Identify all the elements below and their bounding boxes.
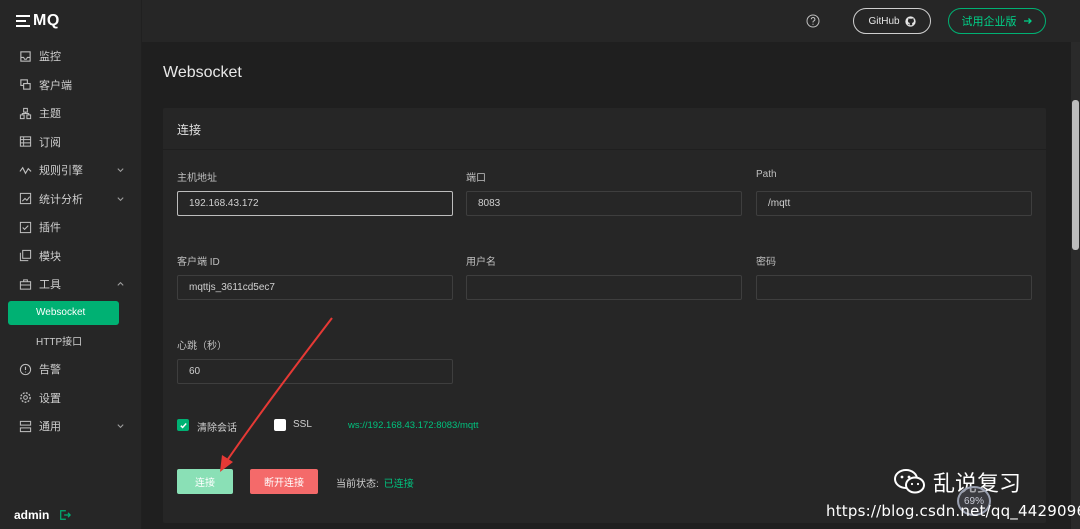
github-button-label: GitHub <box>868 15 900 27</box>
clean-session-checkbox[interactable] <box>177 419 189 431</box>
keepalive-label: 心跳（秒） <box>177 341 227 352</box>
client-id-label: 客户端 ID <box>177 257 220 268</box>
card-divider <box>163 149 1046 150</box>
try-enterprise-label: 试用企业版 <box>961 16 1017 28</box>
sidebar-item-label: 模块 <box>39 250 61 263</box>
connection-status: 当前状态: 已连接 <box>336 475 414 490</box>
websocket-url: ws://192.168.43.172:8083/mqtt <box>348 420 479 431</box>
sidebar-item-label: 设置 <box>39 392 61 405</box>
host-input[interactable]: 192.168.43.172 <box>177 191 453 216</box>
card-title: 连接 <box>177 123 202 137</box>
status-label: 当前状态: <box>336 479 379 490</box>
ssl-checkbox[interactable] <box>274 419 286 431</box>
try-enterprise-button[interactable]: 试用企业版 <box>948 8 1046 34</box>
sidebar-item-general[interactable]: 通用 <box>0 412 141 441</box>
chevron-down-icon <box>117 424 124 429</box>
tools-icon <box>19 278 32 291</box>
help-icon[interactable] <box>806 14 820 28</box>
sidebar-item-monitor[interactable]: 监控 <box>0 42 141 71</box>
sidebar-item-label: 规则引擎 <box>39 165 83 178</box>
watermark-brand: 乱说复习 <box>893 466 1021 498</box>
alarm-icon <box>19 363 32 376</box>
logo[interactable]: MQ <box>0 0 141 42</box>
sidebar-item-label: 通用 <box>39 421 61 434</box>
sidebar-item-label: 告警 <box>39 364 61 377</box>
sidebar-item-modules[interactable]: 模块 <box>0 242 141 271</box>
sidebar-item-topics[interactable]: 主题 <box>0 99 141 128</box>
sidebar-item-label: 插件 <box>39 222 61 235</box>
port-input[interactable]: 8083 <box>466 191 742 216</box>
host-label: 主机地址 <box>177 173 217 184</box>
sidebar-item-subscriptions[interactable]: 订阅 <box>0 128 141 157</box>
general-icon <box>19 420 32 433</box>
settings-icon <box>19 391 32 404</box>
github-icon <box>904 15 916 27</box>
username-label: 用户名 <box>466 257 496 268</box>
clean-session-label: 清除会话 <box>197 423 237 434</box>
user-name: admin <box>14 508 50 522</box>
logo-mark-icon <box>16 15 30 27</box>
keepalive-input[interactable]: 60 <box>177 359 453 384</box>
arrow-right-icon <box>1023 18 1032 24</box>
page-title: Websocket <box>163 64 242 81</box>
sidebar-item-settings[interactable]: 设置 <box>0 384 141 413</box>
path-input[interactable]: /mqtt <box>756 191 1032 216</box>
sidebar: MQ 监控 客户端 主题 订阅 规则引擎 统计分析 插件 模块 工具 Webso… <box>0 0 142 529</box>
sidebar-item-label: HTTP接口 <box>36 337 83 349</box>
sidebar-item-plugins[interactable]: 插件 <box>0 213 141 242</box>
sidebar-item-label: Websocket <box>36 307 86 318</box>
password-label: 密码 <box>756 257 776 268</box>
disconnect-button[interactable]: 断开连接 <box>250 469 318 494</box>
chevron-down-icon <box>117 197 124 201</box>
sidebar-item-label: 工具 <box>39 279 61 292</box>
sidebar-item-tools[interactable]: 工具 <box>0 270 141 299</box>
connection-card: 连接 主机地址 192.168.43.172 端口 8083 Path /mqt… <box>163 108 1046 523</box>
logout-icon[interactable] <box>59 509 72 521</box>
top-header: GitHub 试用企业版 <box>142 0 1080 42</box>
sidebar-item-label: 客户端 <box>39 79 72 92</box>
sidebar-item-analytics[interactable]: 统计分析 <box>0 185 141 214</box>
sidebar-item-websocket[interactable]: Websocket <box>8 300 119 325</box>
plugins-icon <box>19 221 32 234</box>
clients-icon <box>19 78 32 91</box>
sidebar-item-label: 主题 <box>39 108 61 121</box>
port-label: 端口 <box>466 173 486 184</box>
sidebar-item-rules[interactable]: 规则引擎 <box>0 156 141 185</box>
chevron-down-icon <box>117 168 124 173</box>
modules-icon <box>19 249 32 262</box>
status-value: 已连接 <box>383 479 414 490</box>
wechat-icon <box>894 469 925 494</box>
password-input[interactable] <box>756 275 1032 300</box>
sidebar-item-label: 订阅 <box>39 136 61 149</box>
logo-text: MQ <box>33 12 60 29</box>
scrollbar-thumb[interactable] <box>1072 100 1079 250</box>
sidebar-item-http-api[interactable]: HTTP接口 <box>0 327 141 356</box>
sidebar-item-alarm[interactable]: 告警 <box>0 355 141 384</box>
username-input[interactable] <box>466 275 742 300</box>
page-scrollbar[interactable] <box>1071 42 1080 529</box>
topics-icon <box>19 107 32 120</box>
connect-button[interactable]: 连接 <box>177 469 233 494</box>
ssl-label: SSL <box>293 419 312 430</box>
sidebar-item-label: 监控 <box>39 51 61 64</box>
monitor-icon <box>19 50 32 63</box>
check-icon <box>179 422 187 429</box>
analytics-icon <box>19 192 32 205</box>
sidebar-item-label: 统计分析 <box>39 193 83 206</box>
sidebar-item-clients[interactable]: 客户端 <box>0 71 141 100</box>
path-label: Path <box>756 169 777 180</box>
watermark-url: https://blog.csdn.net/qq_44290960 <box>826 502 1080 520</box>
user-bar: admin <box>0 501 142 529</box>
subscriptions-icon <box>19 135 32 148</box>
client-id-input[interactable]: mqttjs_3611cd5ec7 <box>177 275 453 300</box>
github-button[interactable]: GitHub <box>853 8 931 34</box>
chevron-up-icon <box>117 282 124 286</box>
rules-icon <box>19 164 32 177</box>
